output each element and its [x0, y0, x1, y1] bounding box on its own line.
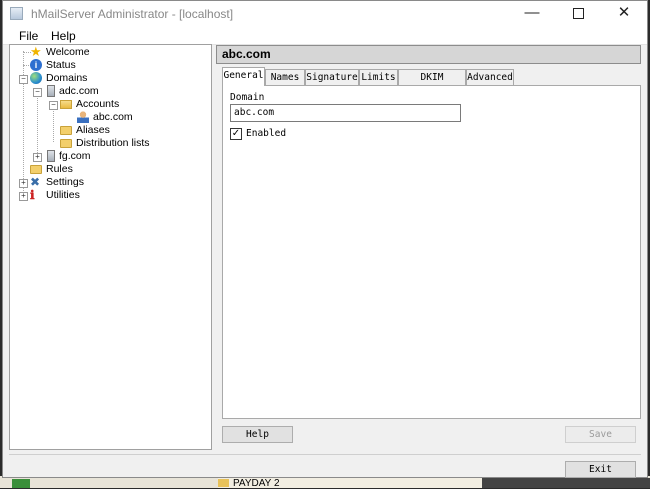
folder-icon	[60, 139, 72, 148]
tab-names[interactable]: Names	[265, 69, 305, 85]
folder-icon	[60, 126, 72, 135]
enabled-checkbox[interactable]: ✓	[230, 128, 242, 140]
globe-icon	[30, 72, 42, 84]
tree-item-settings[interactable]: ✖ Settings	[30, 176, 84, 189]
tree-label: Domains	[46, 72, 88, 84]
expand-utilities-toggle[interactable]: +	[19, 192, 28, 201]
tree-label: Accounts	[76, 98, 120, 110]
tree-connector	[37, 90, 38, 155]
title-bar[interactable]: hMailServer Administrator - [localhost] …	[3, 1, 647, 27]
tree-item-aliases[interactable]: Aliases	[60, 124, 110, 137]
tree-item-account-abc-com[interactable]: abc.com	[77, 111, 133, 124]
user-icon	[77, 111, 89, 123]
navigation-tree[interactable]: ★ Welcome i Status − Domains − adc.com − A…	[9, 44, 212, 450]
tab-signature[interactable]: Signature	[305, 69, 359, 85]
menu-file[interactable]: File	[19, 29, 38, 43]
folder-icon	[218, 479, 229, 487]
desktop-dark-area	[482, 478, 650, 488]
collapse-domain-toggle[interactable]: −	[33, 88, 42, 97]
save-button[interactable]: Save	[565, 426, 636, 443]
tree-label: fg.com	[59, 150, 91, 162]
tree-label: Rules	[46, 163, 73, 175]
maximize-button[interactable]	[555, 1, 601, 27]
tab-general[interactable]: General	[222, 67, 265, 86]
info-icon: i	[30, 59, 42, 71]
tab-limits[interactable]: Limits	[359, 69, 398, 85]
exit-button[interactable]: Exit	[565, 461, 636, 478]
panel-header: abc.com	[216, 45, 641, 64]
tree-label: Distribution lists	[76, 137, 150, 149]
menu-bar: File Help	[3, 27, 647, 45]
utilities-icon: ℹ	[30, 188, 35, 202]
tree-label: Settings	[46, 176, 84, 188]
tab-advanced[interactable]: Advanced	[466, 69, 514, 85]
tree-label: abc.com	[93, 111, 133, 123]
divider	[9, 454, 641, 455]
window-title: hMailServer Administrator - [localhost]	[31, 7, 234, 21]
menu-help[interactable]: Help	[51, 29, 76, 43]
tree-connector	[23, 51, 24, 195]
desktop-folder-item: PAYDAY 2	[218, 478, 488, 489]
tree-label: Aliases	[76, 124, 110, 136]
tree-item-utilities[interactable]: ℹ Utilities	[30, 189, 80, 202]
maximize-icon	[572, 7, 584, 19]
tools-icon: ✖	[30, 175, 41, 189]
tree-item-fg-com[interactable]: fg.com	[45, 150, 91, 163]
tree-item-status[interactable]: i Status	[30, 59, 76, 72]
expand-settings-toggle[interactable]: +	[19, 179, 28, 188]
desktop-taskbar-icon	[12, 479, 30, 488]
domain-input[interactable]: abc.com	[230, 104, 461, 122]
tree-item-accounts[interactable]: Accounts	[60, 98, 119, 111]
tree-label: Welcome	[46, 46, 90, 58]
folder-open-icon	[60, 100, 72, 109]
tree-label: Status	[46, 59, 76, 71]
collapse-domains-toggle[interactable]: −	[19, 75, 28, 84]
expand-domain-toggle[interactable]: +	[33, 153, 42, 162]
tree-item-welcome[interactable]: ★ Welcome	[30, 44, 90, 59]
tree-item-domains[interactable]: Domains	[30, 72, 87, 85]
app-icon	[10, 7, 23, 20]
tab-dkim-signing[interactable]: DKIM Signing	[398, 69, 466, 98]
star-icon: ★	[30, 44, 42, 59]
tree-item-distribution-lists[interactable]: Distribution lists	[60, 137, 150, 150]
help-button[interactable]: Help	[222, 426, 293, 443]
tree-label: Utilities	[46, 189, 80, 201]
tree-label: adc.com	[59, 85, 99, 97]
enabled-label: Enabled	[246, 128, 287, 139]
desktop-folder-label: PAYDAY 2	[233, 478, 280, 489]
folder-icon	[30, 165, 42, 174]
close-button[interactable]: ✕	[601, 1, 647, 27]
tree-item-adc-com[interactable]: adc.com	[45, 85, 99, 98]
server-icon	[47, 150, 55, 162]
server-icon	[47, 85, 55, 97]
minimize-button[interactable]: —	[509, 1, 555, 27]
collapse-accounts-toggle[interactable]: −	[49, 101, 58, 110]
domain-label: Domain	[230, 92, 265, 103]
app-window: hMailServer Administrator - [localhost] …	[2, 0, 648, 478]
